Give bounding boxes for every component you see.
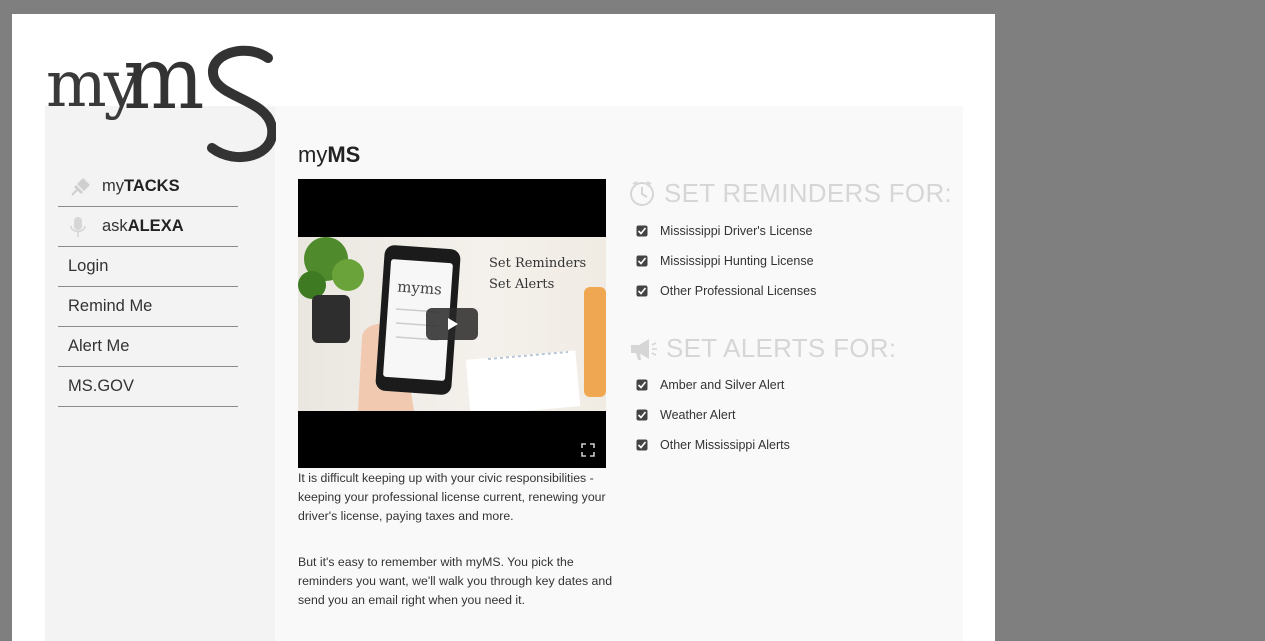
list-item-label: Other Professional Licenses [660,284,817,298]
list-item-label: Mississippi Driver's License [660,224,813,238]
svg-text:m: m [123,36,203,129]
clock-icon [628,180,656,208]
list-item[interactable]: Other Professional Licenses [636,276,956,306]
video-player[interactable]: myms Set Reminders Set Alerts [298,179,606,468]
reminders-heading: SET REMINDERS FOR: [628,178,952,209]
sidebar-nav: myTACKS askALEXA Login Remind Me Alert M… [58,167,238,407]
list-item-label: Weather Alert [660,408,736,422]
mymS-logo[interactable]: my m [46,29,278,166]
sidebar-item-label: Login [68,257,109,275]
video-overlay-line1: Set Reminders [489,256,586,271]
reminders-list: Mississippi Driver's License Mississippi… [636,216,956,306]
list-item-label: Amber and Silver Alert [660,378,785,392]
list-item-label: Mississippi Hunting License [660,254,814,268]
list-item[interactable]: Amber and Silver Alert [636,370,956,400]
alerts-heading: SET ALERTS FOR: [628,333,896,364]
reminders-heading-text: SET REMINDERS FOR: [664,178,953,208]
myms-paragraph: But it's easy to remember with myMS. You… [298,555,613,607]
sidebar-item-prefix: my [102,177,124,195]
sidebar-item-bold: TACKS [124,177,180,195]
play-icon [448,318,458,330]
list-item[interactable]: Mississippi Driver's License [636,216,956,246]
sidebar-item-mytacks[interactable]: myTACKS [58,167,238,207]
phone-screen-logo: myms [397,277,443,298]
list-item[interactable]: Other Mississippi Alerts [636,430,956,460]
sidebar-item-prefix: ask [102,217,128,235]
alerts-list: Amber and Silver Alert Weather Alert Oth… [636,370,956,460]
checkbox-checked-icon [636,255,660,267]
checkbox-checked-icon [636,409,660,421]
sidebar-item-label: Remind Me [68,297,153,315]
play-button[interactable] [426,308,478,340]
title-bold: MS [327,142,361,167]
page-title: myMS [298,142,360,168]
pin-icon [68,177,102,197]
list-item[interactable]: Mississippi Hunting License [636,246,956,276]
page: my m myTACKS askALEXA Login Remind Me Al… [12,14,995,641]
sidebar-item-ms-gov[interactable]: MS.GOV [58,367,238,407]
list-item[interactable]: Weather Alert [636,400,956,430]
checkbox-checked-icon [636,379,660,391]
sidebar-item-login[interactable]: Login [58,247,238,287]
microphone-icon [68,216,102,238]
list-item-label: Other Mississippi Alerts [660,438,790,452]
sidebar-item-bold: ALEXA [127,217,184,235]
sidebar-item-alert-me[interactable]: Alert Me [58,327,238,367]
fullscreen-icon[interactable] [580,442,596,458]
intro-paragraph: It is difficult keeping up with your civ… [298,471,606,523]
sidebar-item-label: Alert Me [68,337,130,355]
sidebar-item-remind-me[interactable]: Remind Me [58,287,238,327]
sidebar-item-askalexa[interactable]: askALEXA [58,207,238,247]
sidebar-item-label: MS.GOV [68,377,135,395]
alerts-heading-text: SET ALERTS FOR: [666,333,897,363]
title-prefix: my [298,142,328,167]
checkbox-checked-icon [636,439,660,451]
video-overlay-line2: Set Alerts [489,277,554,292]
megaphone-icon [628,336,658,362]
checkbox-checked-icon [636,285,660,297]
checkbox-checked-icon [636,225,660,237]
